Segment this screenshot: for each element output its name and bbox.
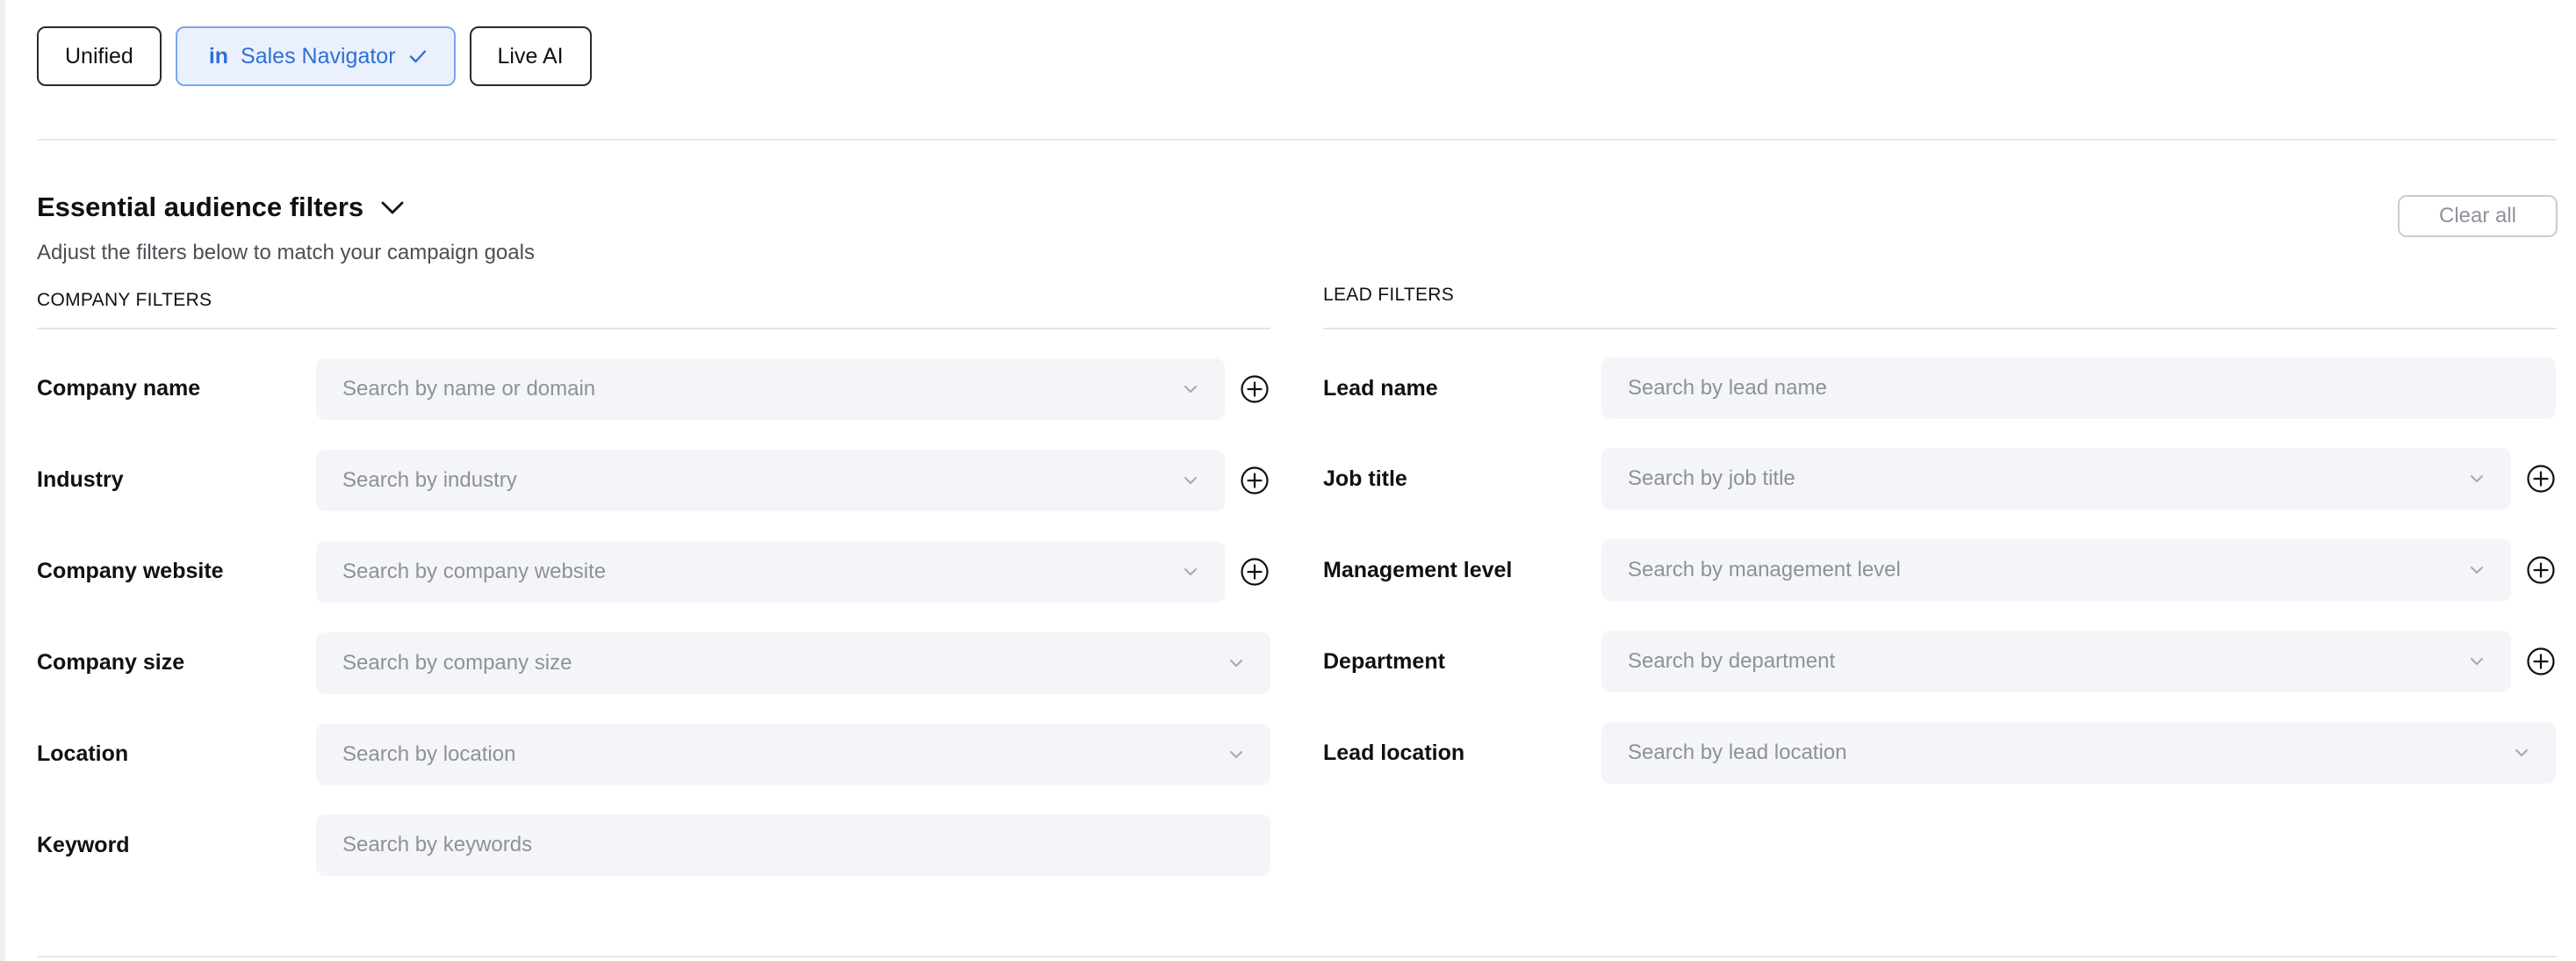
divider [1323, 328, 2557, 329]
chevron-down-icon [1183, 475, 1198, 486]
lead-name-input[interactable]: Search by lead name [1601, 358, 2556, 419]
placeholder: Search by company size [342, 651, 572, 675]
job-title-select[interactable]: Search by job title [1601, 448, 2511, 509]
divider [37, 956, 2557, 957]
lead-name-label: Lead name [1323, 376, 1438, 401]
divider [37, 328, 1270, 329]
company-name-label: Company name [37, 376, 201, 401]
source-tabs: Unified in Sales Navigator Live AI [37, 26, 592, 86]
industry-select[interactable]: Search by industry [316, 450, 1225, 511]
chevron-down-icon [2469, 473, 2485, 484]
section-header: Essential audience filters [37, 191, 406, 223]
check-icon [408, 47, 428, 66]
tab-label: Live AI [497, 43, 564, 69]
management-level-label: Management level [1323, 558, 1513, 582]
keyword-input[interactable]: Search by keywords [316, 814, 1270, 876]
company-name-select[interactable]: Search by name or domain [316, 358, 1225, 420]
lead-location-select[interactable]: Search by lead location [1601, 722, 2556, 784]
add-company-name-button[interactable] [1240, 374, 1270, 404]
tab-unified[interactable]: Unified [37, 26, 162, 86]
lead-location-label: Lead location [1323, 741, 1465, 765]
department-select[interactable]: Search by department [1601, 631, 2511, 692]
placeholder: Search by company website [342, 560, 607, 583]
company-size-label: Company size [37, 650, 185, 675]
placeholder: Search by keywords [342, 833, 533, 856]
clear-all-button[interactable]: Clear all [2398, 195, 2558, 237]
department-label: Department [1323, 649, 1445, 674]
placeholder: Search by industry [342, 468, 517, 492]
chevron-down-icon [1183, 384, 1198, 394]
job-title-label: Job title [1323, 466, 1407, 491]
section-title: Essential audience filters [37, 191, 364, 222]
chevron-down-icon [1228, 658, 1244, 668]
placeholder: Search by management level [1628, 558, 1901, 582]
placeholder: Search by job title [1628, 466, 1795, 490]
linkedin-in-icon: in [208, 43, 229, 69]
management-level-select[interactable]: Search by management level [1601, 539, 2511, 601]
company-website-select[interactable]: Search by company website [316, 541, 1225, 603]
divider [37, 139, 2557, 141]
chevron-down-icon [1183, 567, 1198, 577]
chevron-down-icon [1228, 749, 1244, 760]
chevron-down-icon [2514, 748, 2529, 758]
tab-live-ai[interactable]: Live AI [469, 26, 592, 86]
placeholder: Search by department [1628, 649, 1836, 673]
placeholder: Search by name or domain [342, 377, 596, 401]
chevron-down-icon [2469, 565, 2485, 575]
add-management-level-button[interactable] [2526, 555, 2556, 585]
placeholder: Search by location [342, 742, 516, 766]
section-subtitle: Adjust the filters below to match your c… [37, 241, 535, 264]
placeholder: Search by lead name [1628, 376, 1827, 400]
company-filters-heading: COMPANY FILTERS [37, 290, 212, 310]
tab-label: Unified [65, 43, 133, 69]
company-size-select[interactable]: Search by company size [316, 632, 1270, 694]
chevron-down-icon [2469, 656, 2485, 667]
add-industry-button[interactable] [1240, 466, 1270, 495]
lead-filters-heading: LEAD FILTERS [1323, 285, 1455, 305]
tab-sales-navigator[interactable]: in Sales Navigator [175, 26, 456, 86]
industry-label: Industry [37, 467, 124, 492]
add-job-title-button[interactable] [2526, 464, 2556, 494]
chevron-down-icon[interactable] [379, 199, 406, 216]
location-select[interactable]: Search by location [316, 724, 1270, 785]
keyword-label: Keyword [37, 833, 130, 857]
tab-label: Sales Navigator [241, 43, 396, 69]
add-company-website-button[interactable] [1240, 557, 1270, 587]
placeholder: Search by lead location [1628, 741, 1847, 764]
location-label: Location [37, 741, 129, 766]
page: Unified in Sales Navigator Live AI Essen… [0, 0, 2576, 961]
add-department-button[interactable] [2526, 647, 2556, 676]
company-website-label: Company website [37, 559, 224, 583]
